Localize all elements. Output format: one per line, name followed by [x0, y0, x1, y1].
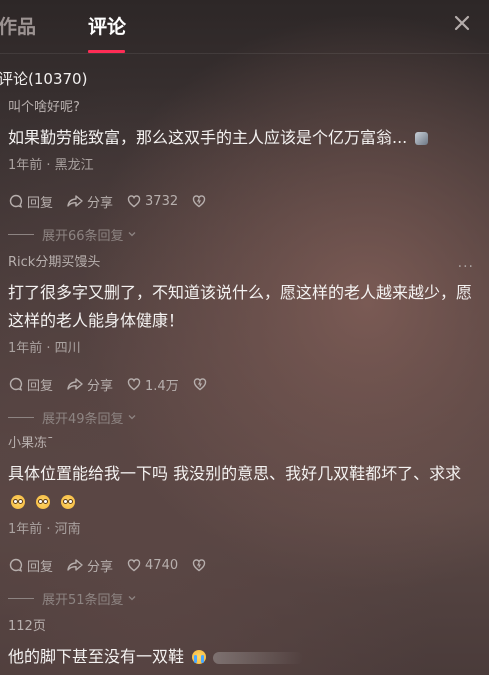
tab-comments[interactable]: 评论: [88, 12, 126, 39]
share-button[interactable]: 分享: [66, 192, 113, 211]
like-count: 1.4万: [145, 378, 179, 394]
share-arrow-icon: [67, 378, 83, 390]
comment-actions: 回复 分享 1.4万: [8, 374, 478, 394]
comment-author[interactable]: 小果冻ˉ: [8, 434, 478, 454]
crying-face-emoji-icon: [192, 650, 207, 664]
expand-label: 展开51条回复: [42, 592, 124, 608]
expand-line: [8, 597, 34, 599]
comment-actions: 回复 分享 3732: [8, 191, 478, 211]
share-label: 分享: [87, 378, 114, 394]
share-arrow-icon: [67, 195, 83, 207]
expand-label: 展开66条回复: [42, 228, 124, 244]
share-label: 分享: [87, 559, 114, 575]
heart-icon: [127, 195, 141, 208]
more-dots-icon[interactable]: ···: [458, 259, 474, 275]
dislike-button[interactable]: [191, 193, 210, 209]
comment-text: 打了很多字又删了，不知道该说什么，愿这样的老人越来越少，愿这样的老人能身体健康！: [8, 283, 473, 330]
pleading-face-emoji-icon: [11, 495, 25, 509]
broken-heart-icon: [192, 559, 206, 572]
dislike-button[interactable]: [191, 557, 210, 573]
comment-meta: 1年前 · 黑龙江: [8, 158, 94, 173]
comment-item: 小果冻ˉ 具体位置能给我一下吗 我没别的意思、我好几双鞋都坏了、求求 1年前 ·…: [8, 434, 478, 608]
expand-replies-button[interactable]: 展开49条回复: [8, 407, 478, 427]
comment-author[interactable]: Rick分期买馒头: [8, 253, 478, 273]
expand-replies-button[interactable]: 展开66条回复: [8, 224, 478, 244]
reply-button[interactable]: 回复: [8, 556, 53, 575]
chevron-down-icon: [128, 596, 136, 601]
reply-label: 回复: [27, 378, 54, 394]
dislike-button[interactable]: [192, 376, 211, 392]
comment-meta: 1年前 · 河南: [8, 522, 81, 537]
tab-works[interactable]: 作品: [0, 12, 36, 39]
like-count: 3732: [145, 193, 179, 209]
comment-actions: 回复 分享 4740: [8, 555, 478, 575]
header-divider: [0, 53, 489, 54]
reply-bubble-icon: [9, 377, 23, 391]
expand-replies-button[interactable]: 展开51条回复: [8, 588, 478, 608]
share-button[interactable]: 分享: [66, 375, 113, 394]
comment-author[interactable]: 叫个啥好呢?: [8, 98, 478, 118]
like-button[interactable]: 4740: [126, 557, 178, 573]
pleading-face-emoji-icon: [61, 495, 76, 509]
comment-count: 评论(10370): [0, 70, 88, 88]
heart-icon: [127, 559, 141, 572]
reply-button[interactable]: 回复: [8, 375, 53, 394]
share-label: 分享: [87, 195, 114, 211]
comment-text: 具体位置能给我一下吗 我没别的意思、我好几双鞋都坏了、求求: [8, 460, 478, 516]
share-arrow-icon: [67, 559, 83, 571]
wolf-emoji-icon: [415, 132, 429, 145]
reply-label: 回复: [27, 559, 54, 575]
chevron-down-icon: [128, 232, 136, 237]
heart-icon: [127, 378, 141, 391]
comment-text: 他的脚下甚至没有一双鞋: [8, 643, 478, 671]
like-button[interactable]: 3732: [126, 193, 178, 209]
comment-panel-header: 作品 评论: [0, 0, 489, 54]
broken-heart-icon: [192, 195, 206, 208]
comment-item: 叫个啥好呢? 如果勤劳能致富，那么这双手的主人应该是个亿万富翁... 1年前 ·…: [8, 98, 478, 244]
chevron-down-icon: [128, 415, 136, 420]
share-button[interactable]: 分享: [66, 556, 113, 575]
pleading-face-emoji-icon: [36, 495, 51, 509]
like-count: 4740: [145, 557, 179, 573]
reply-bubble-icon: [9, 558, 23, 572]
close-icon[interactable]: [451, 12, 473, 34]
expand-line: [8, 416, 34, 418]
comment-text: 如果勤劳能致富，那么这双手的主人应该是个亿万富翁...: [8, 124, 478, 152]
reply-bubble-icon: [9, 194, 23, 208]
reply-label: 回复: [27, 195, 54, 211]
expand-label: 展开49条回复: [42, 411, 124, 427]
expand-line: [8, 233, 34, 235]
reply-button[interactable]: 回复: [8, 192, 53, 211]
like-button[interactable]: 1.4万: [126, 375, 179, 394]
blurred-text-fragment: [213, 651, 304, 664]
comment-author[interactable]: 112页: [8, 617, 478, 637]
comment-meta: 1年前 · 四川: [8, 341, 81, 356]
comment-item: Rick分期买馒头 ··· 打了很多字又删了，不知道该说什么，愿这样的老人越来越…: [8, 253, 478, 427]
comment-item: 112页 他的脚下甚至没有一双鞋: [8, 617, 478, 671]
broken-heart-icon: [193, 378, 206, 391]
